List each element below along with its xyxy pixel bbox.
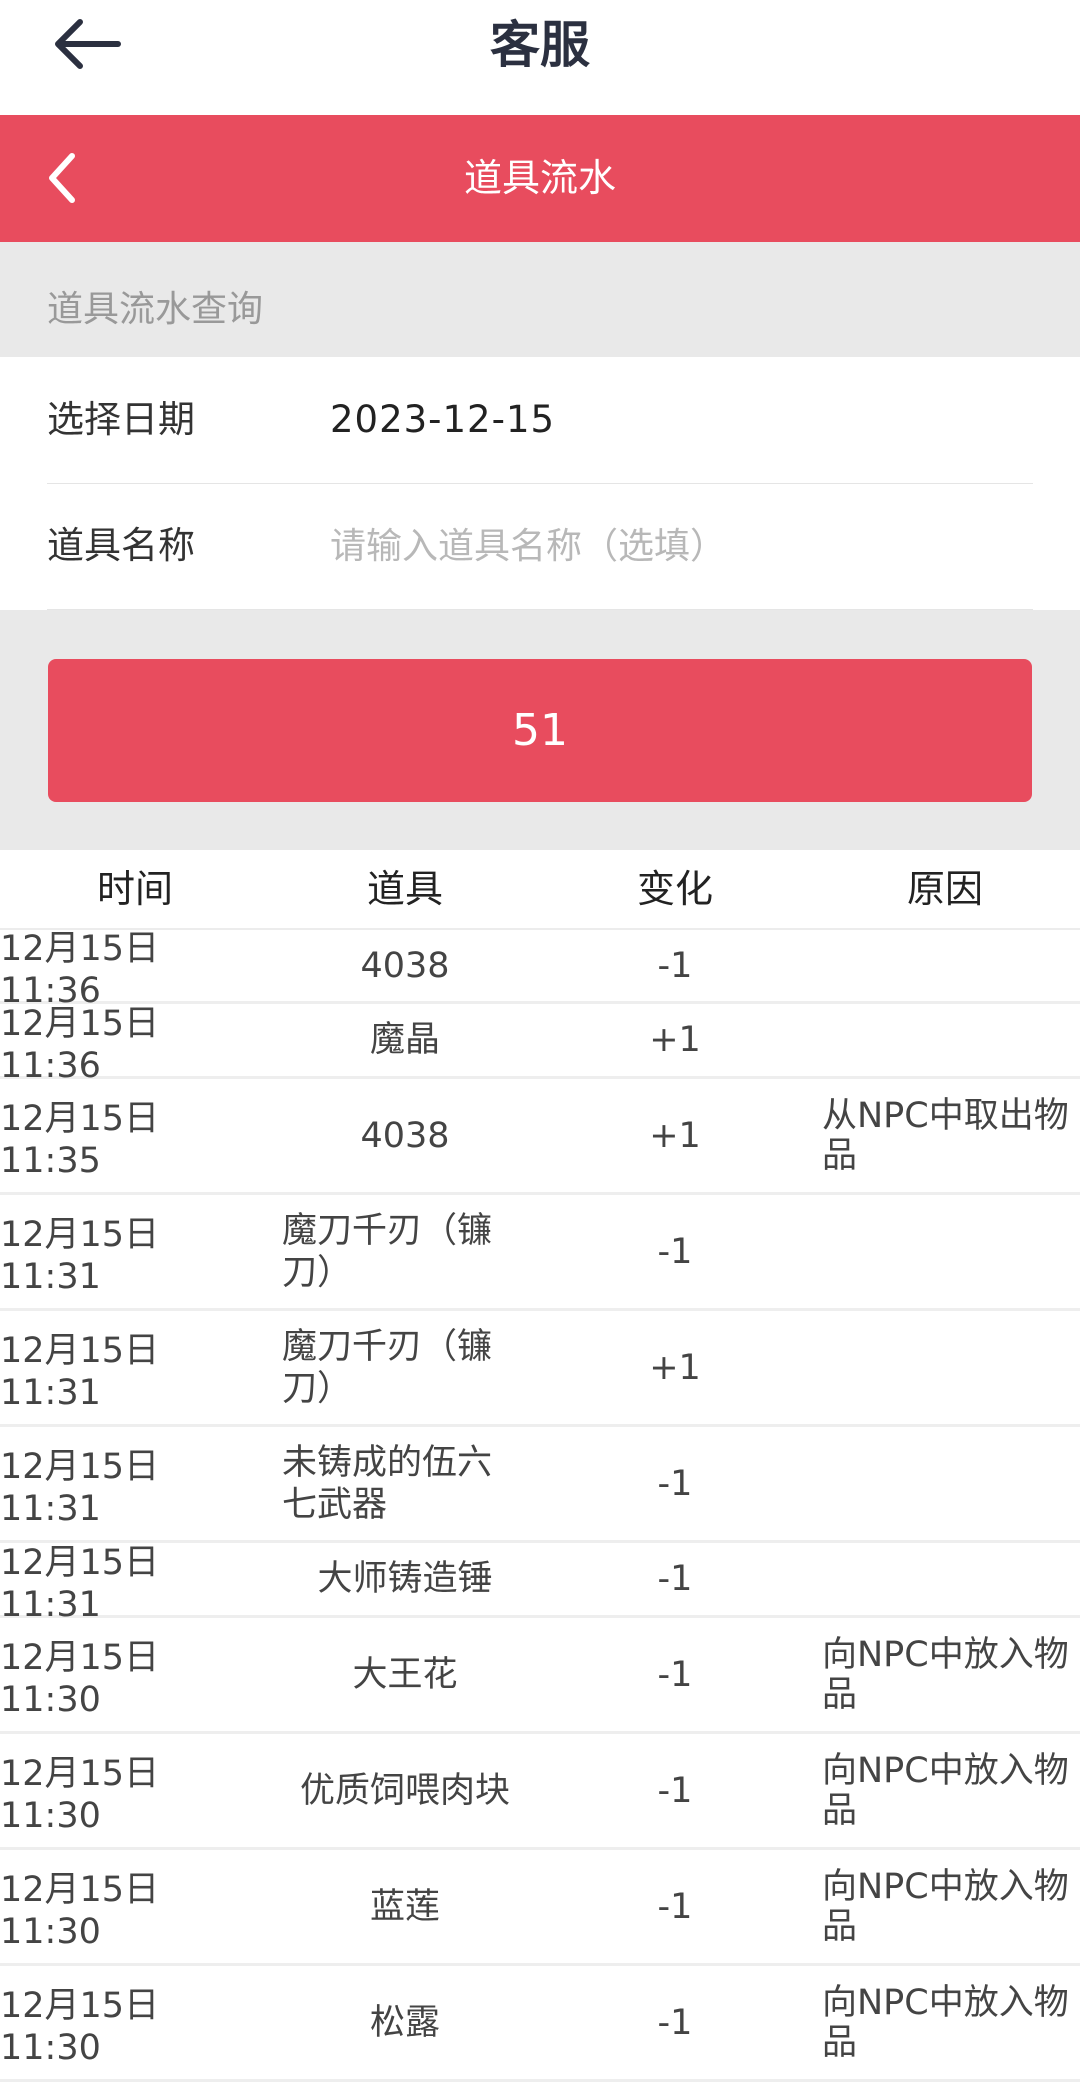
row-reason: 从NPC中取出物品 xyxy=(822,1095,1069,1176)
row-time: 12月15日 11:36 xyxy=(0,929,160,1011)
date-row[interactable]: 选择日期 2023-12-15 xyxy=(47,357,1033,484)
column-header-change: 变化 xyxy=(636,867,713,911)
row-time: 12月15日 11:31 xyxy=(0,1331,160,1413)
row-change: -1 xyxy=(657,945,693,986)
query-form: 选择日期 2023-12-15 道具名称 xyxy=(0,357,1080,610)
row-change: +1 xyxy=(649,1347,701,1388)
table-row[interactable]: 12月15日 11:31 魔刀千刃（镰刀） -1 xyxy=(0,1195,1080,1311)
row-time: 12月15日 11:30 xyxy=(0,1638,160,1720)
row-time: 12月15日 11:30 xyxy=(0,1986,160,2068)
row-change: +1 xyxy=(649,1115,701,1156)
table-row[interactable]: 12月15日 11:31 魔刀千刃（镰刀） +1 xyxy=(0,1311,1080,1427)
row-change: -1 xyxy=(657,1886,693,1927)
row-time: 12月15日 11:35 xyxy=(0,1099,160,1181)
row-item: 魔刀千刃（镰刀） xyxy=(282,1210,493,1293)
table-row[interactable]: 12月15日 11:31 大师铸造锤 -1 xyxy=(0,1542,1080,1625)
table-row[interactable]: 12月15日 11:30 松露 -1 向NPC中放入物品 xyxy=(0,1966,1080,2082)
column-header-time: 时间 xyxy=(96,867,173,911)
row-item: 蓝莲 xyxy=(369,1886,440,1927)
row-change: -1 xyxy=(657,2002,693,2043)
column-header-reason: 原因 xyxy=(906,867,983,911)
row-reason xyxy=(822,1195,1070,1308)
row-change: -1 xyxy=(657,1559,693,1599)
row-item: 大王花 xyxy=(352,1654,458,1695)
row-time: 12月15日 11:31 xyxy=(0,1542,160,1625)
row-item: 优质饲喂肉块 xyxy=(299,1770,510,1811)
table-row[interactable]: 12月15日 11:36 4038 -1 xyxy=(0,929,1080,1011)
subheader-bar: 道具流水 xyxy=(0,115,1080,242)
row-item: 魔晶 xyxy=(369,1020,440,1060)
row-reason xyxy=(822,1004,1070,1076)
row-time: 12月15日 11:36 xyxy=(0,1003,160,1086)
row-item: 大师铸造锤 xyxy=(317,1559,493,1599)
row-item: 松露 xyxy=(369,2002,440,2043)
row-reason xyxy=(822,1427,1070,1540)
row-reason: 向NPC中放入物品 xyxy=(822,1750,1069,1831)
row-reason: 向NPC中放入物品 xyxy=(822,1982,1069,2063)
app-header: 客服 xyxy=(0,0,1080,115)
row-time: 12月15日 11:30 xyxy=(0,1754,160,1836)
query-section-header: 道具流水查询 xyxy=(0,242,1080,357)
item-name-input[interactable] xyxy=(330,516,1010,576)
table-row[interactable]: 12月15日 11:30 蓝莲 -1 向NPC中放入物品 xyxy=(0,1850,1080,1966)
row-reason xyxy=(822,930,1070,1001)
row-change: -1 xyxy=(657,1231,693,1272)
row-time: 12月15日 11:31 xyxy=(0,1447,160,1529)
row-change: -1 xyxy=(657,1654,693,1695)
table-row[interactable]: 12月15日 11:36 魔晶 +1 xyxy=(0,1003,1080,1086)
table-row[interactable]: 12月15日 11:35 4038 +1 从NPC中取出物品 xyxy=(0,1079,1080,1195)
row-reason: 向NPC中放入物品 xyxy=(822,1866,1069,1947)
table-row[interactable]: 12月15日 11:30 大王花 -1 向NPC中放入物品 xyxy=(0,1618,1080,1734)
row-time: 12月15日 11:31 xyxy=(0,1215,160,1297)
row-change: -1 xyxy=(657,1770,693,1811)
row-item: 4038 xyxy=(360,945,450,986)
item-log-table: 时间 道具 变化 原因 12月15日 11:36 4038 -1 12月15日 … xyxy=(0,850,1080,2082)
row-item: 魔刀千刃（镰刀） xyxy=(282,1326,493,1409)
date-value[interactable]: 2023-12-15 xyxy=(330,357,555,483)
item-name-label: 道具名称 xyxy=(47,524,195,567)
table-row[interactable]: 12月15日 11:30 优质饲喂肉块 -1 向NPC中放入物品 xyxy=(0,1734,1080,1850)
row-reason: 向NPC中放入物品 xyxy=(822,1634,1069,1715)
row-reason xyxy=(822,1543,1070,1615)
row-change: -1 xyxy=(657,1463,693,1504)
column-header-item: 道具 xyxy=(366,867,443,911)
row-time: 12月15日 11:30 xyxy=(0,1870,160,1952)
page-title: 客服 xyxy=(490,16,590,74)
table-header: 时间 道具 变化 原因 xyxy=(0,850,1080,930)
row-item: 4038 xyxy=(360,1115,450,1156)
row-reason xyxy=(822,1311,1070,1424)
row-item: 未铸成的伍六七武器 xyxy=(282,1442,493,1525)
table-row[interactable]: 12月15日 11:31 未铸成的伍六七武器 -1 xyxy=(0,1427,1080,1543)
date-label: 选择日期 xyxy=(47,398,195,441)
button-area: 51 xyxy=(0,610,1080,850)
submit-button[interactable]: 51 xyxy=(48,659,1032,802)
row-change: +1 xyxy=(649,1020,701,1060)
item-name-row: 道具名称 xyxy=(47,483,1033,610)
subheader-title: 道具流水 xyxy=(463,156,616,200)
